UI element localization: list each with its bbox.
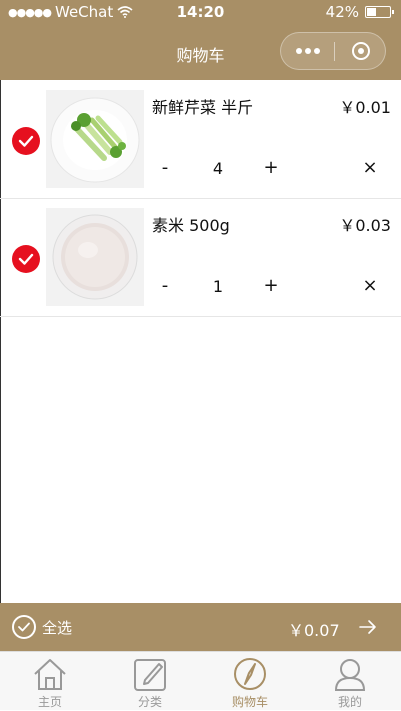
decrease-quantity-button[interactable]: - xyxy=(150,275,180,296)
product-price: ￥0.03 xyxy=(339,216,391,235)
item-checkbox[interactable] xyxy=(12,127,40,155)
item-checkbox[interactable] xyxy=(12,245,40,273)
tab-bar: 主页 分类 购物车 我的 xyxy=(0,651,401,710)
more-button[interactable] xyxy=(281,33,334,69)
compass-icon xyxy=(234,658,266,690)
increase-quantity-button[interactable]: + xyxy=(256,275,286,296)
nav-bar: 购物车 xyxy=(0,24,401,80)
battery-icon xyxy=(365,6,394,18)
select-all-check-icon xyxy=(12,615,36,639)
close-target-icon xyxy=(351,42,370,60)
tab-cart[interactable]: 购物车 xyxy=(200,652,300,711)
tab-label: 分类 xyxy=(137,695,162,709)
checkout-bar: 全选 ￥0.07 xyxy=(0,603,401,651)
check-icon xyxy=(18,253,34,265)
cart-item: 素米 500g ￥0.03 - 1 + × xyxy=(0,198,401,317)
total-price: ￥0.07 xyxy=(288,621,340,640)
celery-plate-image xyxy=(50,97,140,183)
tab-category[interactable]: 分类 xyxy=(100,652,200,711)
remove-item-button[interactable]: × xyxy=(355,157,385,178)
increase-quantity-button[interactable]: + xyxy=(256,157,286,178)
more-dot xyxy=(304,48,311,54)
status-bar: ●●●●● WeChat 14:20 42% xyxy=(0,0,401,24)
tab-profile[interactable]: 我的 xyxy=(300,652,400,711)
product-name: 新鲜芹菜 半斤 xyxy=(152,98,254,117)
more-dot xyxy=(313,48,320,54)
tab-home[interactable]: 主页 xyxy=(0,652,100,711)
product-image-rice[interactable] xyxy=(46,208,144,306)
decrease-quantity-button[interactable]: - xyxy=(150,157,180,178)
miniprogram-capsule xyxy=(280,32,386,70)
battery-percent: 42% xyxy=(325,3,359,21)
cart-item: 新鲜芹菜 半斤 ￥0.01 - 4 + × xyxy=(0,80,401,199)
tab-label: 购物车 xyxy=(231,695,268,709)
arrow-right-icon xyxy=(359,620,376,634)
product-name: 素米 500g xyxy=(152,216,230,235)
edit-icon xyxy=(134,659,166,691)
status-right: 42% xyxy=(325,3,394,21)
select-all-toggle[interactable]: 全选 xyxy=(12,615,72,639)
product-image-celery[interactable] xyxy=(46,90,144,188)
select-all-label: 全选 xyxy=(42,618,73,637)
check-icon xyxy=(18,135,34,147)
user-icon xyxy=(334,659,366,691)
quantity-value: 1 xyxy=(212,277,224,296)
home-icon xyxy=(34,659,66,690)
product-price: ￥0.01 xyxy=(339,98,391,117)
tab-label: 主页 xyxy=(37,695,62,709)
checkout-arrow-button[interactable] xyxy=(358,617,378,641)
quantity-value: 4 xyxy=(212,159,224,178)
close-miniprogram-button[interactable] xyxy=(334,33,387,69)
tab-label: 我的 xyxy=(337,695,362,709)
rice-plate-image xyxy=(52,214,138,300)
remove-item-button[interactable]: × xyxy=(355,275,385,296)
battery-level xyxy=(367,8,376,16)
more-dot xyxy=(295,48,302,54)
